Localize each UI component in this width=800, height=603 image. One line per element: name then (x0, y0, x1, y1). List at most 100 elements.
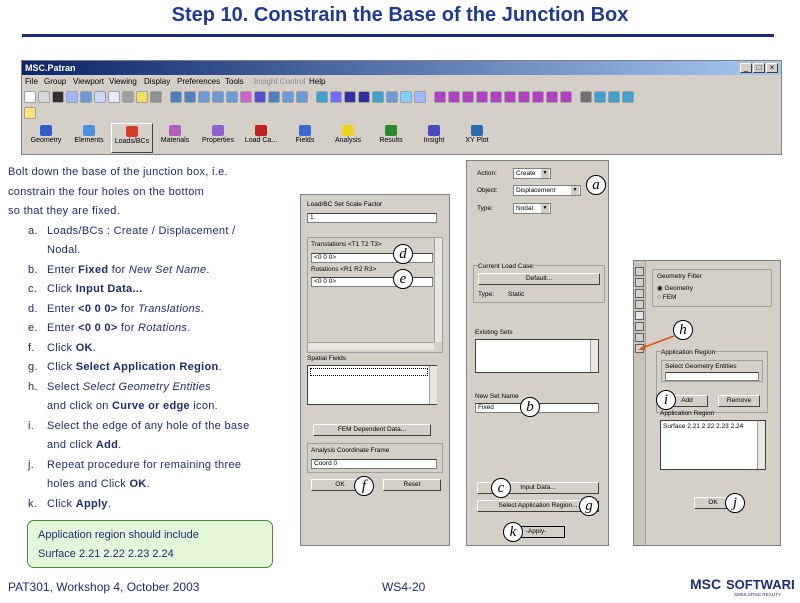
toolbar-icon-1[interactable] (24, 91, 36, 103)
toolbar-icon-9[interactable] (136, 91, 148, 103)
tab-geometry[interactable]: Geometry (25, 123, 67, 153)
tab-load-ca[interactable]: Load Ca... (240, 123, 282, 153)
load-case-button[interactable]: Default... (478, 273, 600, 285)
toolbar-icon-20[interactable] (296, 91, 308, 103)
maximize-icon[interactable]: □ (753, 63, 765, 73)
tab-xy-plot[interactable]: XY Plot (456, 123, 498, 153)
toolbar-icon-27[interactable] (400, 91, 412, 103)
toolbar-icon-15[interactable] (226, 91, 238, 103)
tab-insight[interactable]: Insight (413, 123, 455, 153)
toolbar-icon-23[interactable] (344, 91, 356, 103)
tab-label: Insight (423, 137, 445, 144)
select-geometry-group: Select Geometry Entities (661, 360, 763, 382)
toolbar-icon-16[interactable] (240, 91, 252, 103)
object-select[interactable]: Displacement (513, 185, 581, 196)
menu-file[interactable]: File (25, 77, 38, 86)
values-group: Translations <T1 T2 T3> <0 0 0> Rotation… (307, 237, 443, 353)
curve-icon[interactable] (635, 278, 644, 287)
tab-properties[interactable]: Properties (197, 123, 239, 153)
toolbar-icon-42[interactable] (622, 91, 634, 103)
fem-radio[interactable]: ○ FEM (657, 294, 676, 301)
tab-fields[interactable]: Fields (284, 123, 326, 153)
action-select[interactable]: Create (513, 168, 551, 179)
geometry-radio-label: Geometry (664, 285, 694, 292)
type-select[interactable]: Nodal (513, 203, 551, 214)
toolbar-icon-5[interactable] (80, 91, 92, 103)
menu-insight-control[interactable]: Insight Control (254, 77, 306, 86)
toolbar-icon-18[interactable] (268, 91, 280, 103)
toolbar-icon-35[interactable] (518, 91, 530, 103)
instruction-step: b. Enter Fixed for New Set Name. (28, 263, 210, 276)
toolbar-icon-31[interactable] (462, 91, 474, 103)
surface-icon[interactable] (635, 289, 644, 298)
tab-loads-bcs[interactable]: Loads/BCs (111, 123, 153, 153)
close-icon[interactable]: × (766, 63, 778, 73)
region-list-item[interactable]: Surface 2.21 2.22 2.23 2.24 (663, 423, 743, 430)
menu-help[interactable]: Help (309, 77, 325, 86)
tab-elements[interactable]: Elements (68, 123, 110, 153)
menu-preferences[interactable]: Preferences (177, 77, 220, 86)
toolbar-icon-26[interactable] (386, 91, 398, 103)
toolbar-icon-7[interactable] (108, 91, 120, 103)
curve-edge-icon[interactable] (635, 311, 644, 320)
tab-results[interactable]: Results (370, 123, 412, 153)
toolbar-icon-36[interactable] (532, 91, 544, 103)
fem-dependent-data-button[interactable]: FEM Dependent Data... (313, 424, 431, 436)
menu-display[interactable]: Display (144, 77, 170, 86)
scale-factor-input[interactable]: 1. (307, 213, 437, 223)
toolbar-icon-2[interactable] (38, 91, 50, 103)
toolbar-icon-41[interactable] (608, 91, 620, 103)
minimize-icon[interactable]: _ (740, 63, 752, 73)
input-reset-button[interactable]: Reset (383, 479, 441, 491)
results-icon (385, 125, 397, 136)
frame-label: Analysis Coordinate Frame (311, 447, 390, 454)
home-icon[interactable] (24, 107, 36, 119)
toolbar-icon-6[interactable] (94, 91, 106, 103)
toolbar-icon-19[interactable] (282, 91, 294, 103)
values-hscrollbar[interactable] (308, 342, 434, 350)
toolbar-icon-29[interactable] (434, 91, 446, 103)
toolbar-icon-25[interactable] (372, 91, 384, 103)
values-scrollbar[interactable] (434, 238, 442, 342)
toolbar-icon-32[interactable] (476, 91, 488, 103)
toolbar-icon-33[interactable] (490, 91, 502, 103)
toolbar-icon-39[interactable] (580, 91, 592, 103)
toolbar-icon-12[interactable] (184, 91, 196, 103)
menu-tools[interactable]: Tools (225, 77, 244, 86)
toolbar-icon-11[interactable] (170, 91, 182, 103)
application-region-list[interactable]: Surface 2.21 2.22 2.23 2.24 (660, 420, 766, 470)
translations-input[interactable]: <0 0 0> (311, 253, 433, 263)
toolbar-icon-30[interactable] (448, 91, 460, 103)
remove-button[interactable]: Remove (718, 395, 760, 407)
tab-materials[interactable]: Materials (154, 123, 196, 153)
menu-viewing[interactable]: Viewing (109, 77, 137, 86)
toolbar-icon-40[interactable] (594, 91, 606, 103)
menu-group[interactable]: Group (44, 77, 66, 86)
tab-analysis[interactable]: Analysis (327, 123, 369, 153)
toolbar-icon-10[interactable] (150, 91, 162, 103)
frame-input[interactable]: Coord 0 (311, 459, 437, 469)
toolbar-icon-14[interactable] (212, 91, 224, 103)
toolbar-icon-17[interactable] (254, 91, 266, 103)
toolbar-icon-28[interactable] (414, 91, 426, 103)
new-set-name-label: New Set Name (475, 393, 519, 400)
spatial-fields-list[interactable] (307, 365, 437, 405)
toolbar-icon-4[interactable] (66, 91, 78, 103)
geometry-radio[interactable]: ◉ Geometry (657, 284, 693, 292)
select-geometry-input[interactable] (665, 372, 759, 381)
instructions: Bolt down the base of the junction box, … (8, 166, 298, 516)
toolbar-icon-37[interactable] (546, 91, 558, 103)
solid-icon[interactable] (635, 300, 644, 309)
toolbar-icon-22[interactable] (330, 91, 342, 103)
toolbar-icon-24[interactable] (358, 91, 370, 103)
toolbar-icon-13[interactable] (198, 91, 210, 103)
toolbar-icon-3[interactable] (52, 91, 64, 103)
toolbar-icon-21[interactable] (316, 91, 328, 103)
toolbar-icon-8[interactable] (122, 91, 134, 103)
rotations-input[interactable]: <0 0 0> (311, 277, 433, 287)
point-icon[interactable] (635, 267, 644, 276)
menu-viewport[interactable]: Viewport (73, 77, 104, 86)
toolbar-icon-34[interactable] (504, 91, 516, 103)
toolbar-icon-38[interactable] (560, 91, 572, 103)
existing-sets-list[interactable] (475, 339, 599, 373)
